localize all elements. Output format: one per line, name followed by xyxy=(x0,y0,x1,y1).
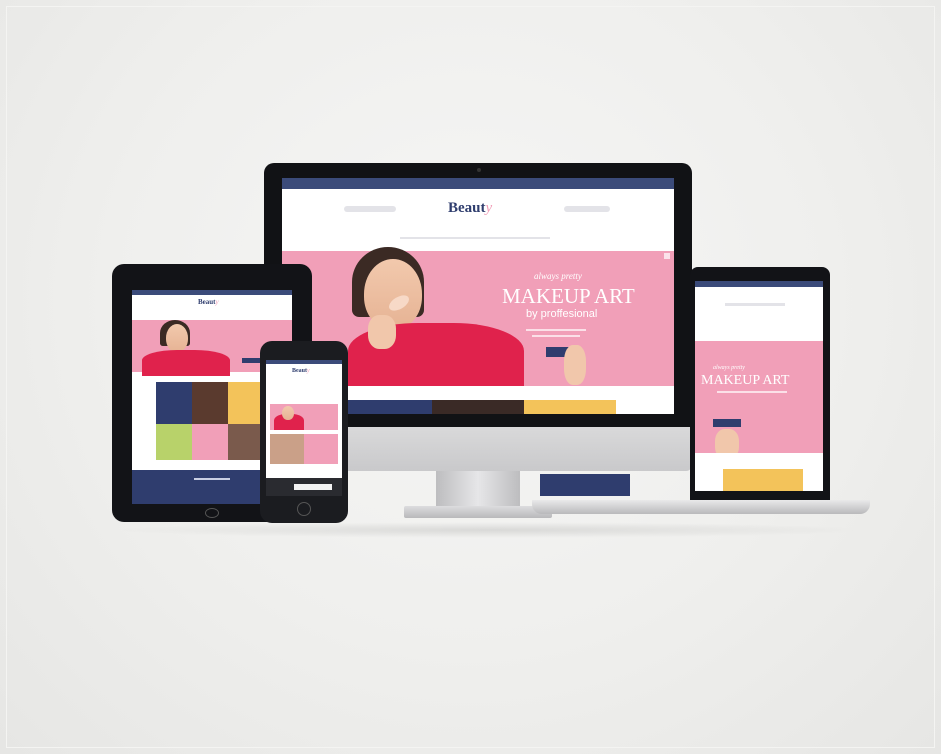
tablet-logo[interactable]: Beauty xyxy=(198,298,219,306)
feature-block-yellow xyxy=(524,400,616,414)
hand-with-pencil xyxy=(564,345,586,385)
mockup-stage: Beauty always pretty MAKEUP ART by proff… xyxy=(0,0,941,754)
tablet-topbar xyxy=(132,290,292,295)
tablet-yellow-card xyxy=(228,382,264,424)
model-hand xyxy=(368,315,396,349)
laptop-cta-button[interactable] xyxy=(713,419,741,427)
laptop-screen: always pretty MAKEUP ART xyxy=(695,281,823,491)
tablet-photo-3 xyxy=(228,424,264,460)
laptop-nav xyxy=(725,303,785,306)
monitor-stand-foot xyxy=(404,506,552,518)
phone-model-face xyxy=(282,406,294,420)
tablet-model-dress xyxy=(142,350,230,376)
phone-logo[interactable]: Beauty xyxy=(292,368,310,374)
site-topbar xyxy=(282,178,674,189)
tablet-model-face xyxy=(166,324,188,352)
phone-footer-button[interactable] xyxy=(294,484,332,490)
site-header: Beauty xyxy=(282,189,674,251)
laptop-content xyxy=(695,453,823,491)
laptop-yellow-block xyxy=(723,469,803,491)
phone-hero xyxy=(270,404,338,430)
phone-screen: Beauty xyxy=(266,360,342,496)
tablet-home-button[interactable] xyxy=(205,508,219,518)
slider-arrow-icon[interactable] xyxy=(664,253,670,259)
monitor-stand-neck xyxy=(436,470,520,510)
laptop-hero-script: always pretty xyxy=(713,365,745,371)
feature-block-photo xyxy=(432,400,524,414)
phone-topbar xyxy=(266,360,342,364)
tablet-cta-button[interactable] xyxy=(242,358,262,363)
hero-script-line: always pretty xyxy=(534,271,582,281)
tablet-footer-text xyxy=(194,478,230,480)
main-nav-menu[interactable] xyxy=(400,237,550,239)
hero-text-line-2 xyxy=(532,335,580,337)
camera-icon xyxy=(477,168,481,172)
laptop-topbar xyxy=(695,281,823,287)
floor-shadow xyxy=(110,522,870,538)
phone-footer xyxy=(266,478,342,496)
tablet-photo-2 xyxy=(156,424,192,460)
header-info-right xyxy=(564,206,610,212)
site-logo[interactable]: Beauty xyxy=(448,200,492,217)
hero-headline: MAKEUP ART xyxy=(502,284,635,308)
phone-home-button[interactable] xyxy=(297,502,311,516)
tablet-photo-1 xyxy=(192,382,228,424)
laptop-left-panel xyxy=(540,474,630,496)
laptop-hero: always pretty MAKEUP ART xyxy=(695,341,823,459)
laptop-hero-headline: MAKEUP ART xyxy=(701,373,790,388)
header-info-left xyxy=(344,206,396,212)
phone-pink-card xyxy=(304,434,338,464)
laptop-hero-line xyxy=(717,391,787,393)
laptop-base xyxy=(532,500,870,514)
tablet-navy-card xyxy=(156,382,192,424)
hero-text-line xyxy=(526,329,586,331)
phone-photo xyxy=(270,434,304,464)
tablet-pink-card xyxy=(192,424,228,460)
hero-subline: by proffesional xyxy=(526,308,598,320)
